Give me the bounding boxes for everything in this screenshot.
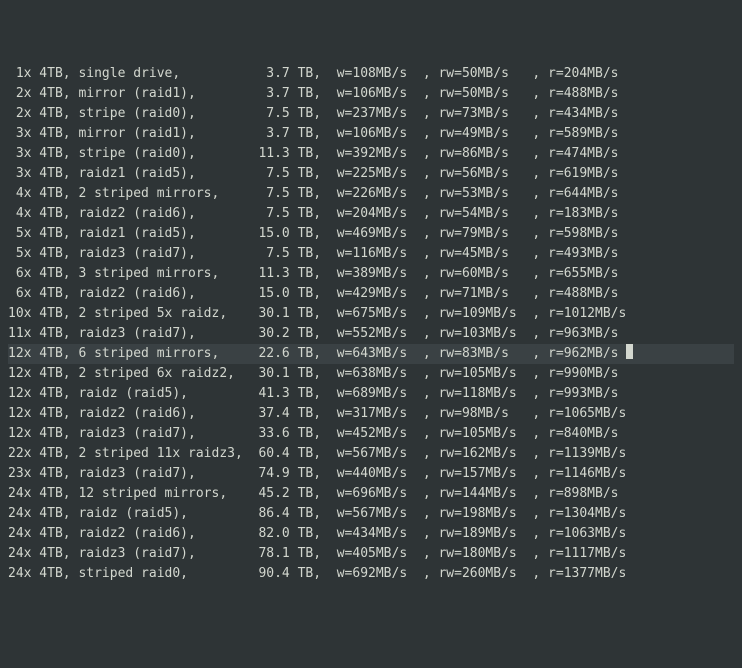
table-row: 12x 4TB, raidz (raid5), 41.3 TB, w=689MB… — [8, 384, 734, 404]
table-row: 6x 4TB, 3 striped mirrors, 11.3 TB, w=38… — [8, 264, 734, 284]
table-row: 12x 4TB, raidz3 (raid7), 33.6 TB, w=452M… — [8, 424, 734, 444]
table-row: 6x 4TB, raidz2 (raid6), 15.0 TB, w=429MB… — [8, 284, 734, 304]
table-row: 2x 4TB, mirror (raid1), 3.7 TB, w=106MB/… — [8, 84, 734, 104]
table-row: 22x 4TB, 2 striped 11x raidz3, 60.4 TB, … — [8, 444, 734, 464]
table-row: 11x 4TB, raidz3 (raid7), 30.2 TB, w=552M… — [8, 324, 734, 344]
table-row: 1x 4TB, single drive, 3.7 TB, w=108MB/s … — [8, 64, 734, 84]
table-row: 2x 4TB, stripe (raid0), 7.5 TB, w=237MB/… — [8, 104, 734, 124]
table-row: 24x 4TB, striped raid0, 90.4 TB, w=692MB… — [8, 564, 734, 584]
table-row: 3x 4TB, stripe (raid0), 11.3 TB, w=392MB… — [8, 144, 734, 164]
table-row: 12x 4TB, raidz2 (raid6), 37.4 TB, w=317M… — [8, 404, 734, 424]
table-row: 4x 4TB, 2 striped mirrors, 7.5 TB, w=226… — [8, 184, 734, 204]
table-row: 23x 4TB, raidz3 (raid7), 74.9 TB, w=440M… — [8, 464, 734, 484]
table-row: 12x 4TB, 2 striped 6x raidz2, 30.1 TB, w… — [8, 364, 734, 384]
table-row: 5x 4TB, raidz3 (raid7), 7.5 TB, w=116MB/… — [8, 244, 734, 264]
table-row: 4x 4TB, raidz2 (raid6), 7.5 TB, w=204MB/… — [8, 204, 734, 224]
table-row: 12x 4TB, 6 striped mirrors, 22.6 TB, w=6… — [8, 344, 734, 364]
table-row: 5x 4TB, raidz1 (raid5), 15.0 TB, w=469MB… — [8, 224, 734, 244]
table-row: 3x 4TB, mirror (raid1), 3.7 TB, w=106MB/… — [8, 124, 734, 144]
table-row: 24x 4TB, 12 striped mirrors, 45.2 TB, w=… — [8, 484, 734, 504]
table-row: 24x 4TB, raidz (raid5), 86.4 TB, w=567MB… — [8, 504, 734, 524]
text-cursor — [626, 344, 633, 359]
table-row: 24x 4TB, raidz3 (raid7), 78.1 TB, w=405M… — [8, 544, 734, 564]
table-row: 10x 4TB, 2 striped 5x raidz, 30.1 TB, w=… — [8, 304, 734, 324]
table-row: 3x 4TB, raidz1 (raid5), 7.5 TB, w=225MB/… — [8, 164, 734, 184]
table-row: 24x 4TB, raidz2 (raid6), 82.0 TB, w=434M… — [8, 524, 734, 544]
terminal-output: 1x 4TB, single drive, 3.7 TB, w=108MB/s … — [8, 64, 734, 584]
